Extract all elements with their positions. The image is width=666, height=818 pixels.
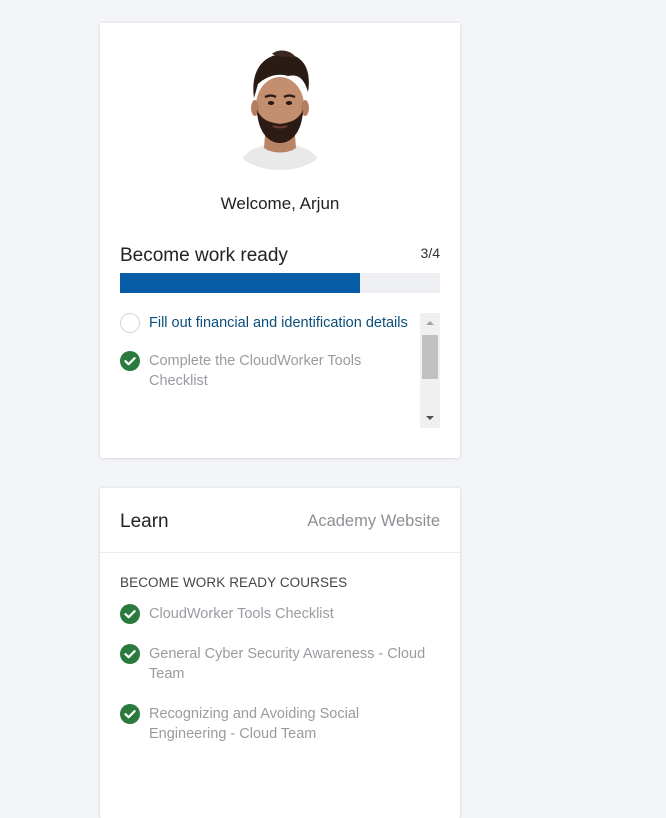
course-item-tools-checklist[interactable]: CloudWorker Tools Checklist bbox=[120, 604, 440, 624]
check-circle-icon bbox=[120, 644, 140, 664]
task-item-financial-details[interactable]: Fill out financial and identification de… bbox=[120, 313, 420, 333]
welcome-message: Welcome, Arjun bbox=[220, 194, 340, 213]
avatar-photo-icon bbox=[232, 48, 328, 170]
task-label: Complete the CloudWorker Tools Checklist bbox=[149, 353, 362, 389]
academy-website-link[interactable]: Academy Website bbox=[307, 512, 440, 531]
check-circle-icon bbox=[120, 351, 140, 371]
pending-circle-icon bbox=[120, 313, 140, 333]
divider bbox=[100, 552, 460, 553]
task-item-tools-checklist[interactable]: Complete the CloudWorker Tools Checklist bbox=[120, 351, 420, 391]
learn-card: Learn Academy Website BECOME WORK READY … bbox=[100, 488, 460, 818]
progress-bar bbox=[120, 273, 440, 293]
task-list: Fill out financial and identification de… bbox=[120, 313, 420, 428]
scroll-down-arrow-icon[interactable] bbox=[420, 410, 440, 426]
learn-title: Learn bbox=[120, 511, 169, 532]
profile-card: Welcome, Arjun Become work ready 3/4 Fil… bbox=[100, 23, 460, 458]
course-item-social-engineering[interactable]: Recognizing and Avoiding Social Engineer… bbox=[120, 704, 440, 744]
work-ready-title: Become work ready bbox=[120, 245, 288, 266]
scroll-up-arrow-icon[interactable] bbox=[420, 315, 440, 331]
course-label: Recognizing and Avoiding Social Engineer… bbox=[149, 706, 360, 742]
course-label: CloudWorker Tools Checklist bbox=[149, 606, 334, 622]
scroll-thumb[interactable] bbox=[422, 335, 438, 379]
courses-heading: BECOME WORK READY COURSES bbox=[120, 575, 348, 590]
check-circle-icon bbox=[120, 604, 140, 624]
progress-bar-fill bbox=[120, 273, 360, 293]
course-list: CloudWorker Tools Checklist General Cybe… bbox=[120, 604, 440, 764]
check-circle-icon bbox=[120, 704, 140, 724]
task-label: Fill out financial and identification de… bbox=[149, 315, 408, 331]
course-label: General Cyber Security Awareness - Cloud… bbox=[149, 646, 426, 682]
course-item-cyber-security[interactable]: General Cyber Security Awareness - Cloud… bbox=[120, 644, 440, 684]
avatar bbox=[232, 48, 328, 174]
task-list-scrollbar[interactable] bbox=[420, 313, 440, 428]
progress-count: 3/4 bbox=[420, 245, 440, 261]
